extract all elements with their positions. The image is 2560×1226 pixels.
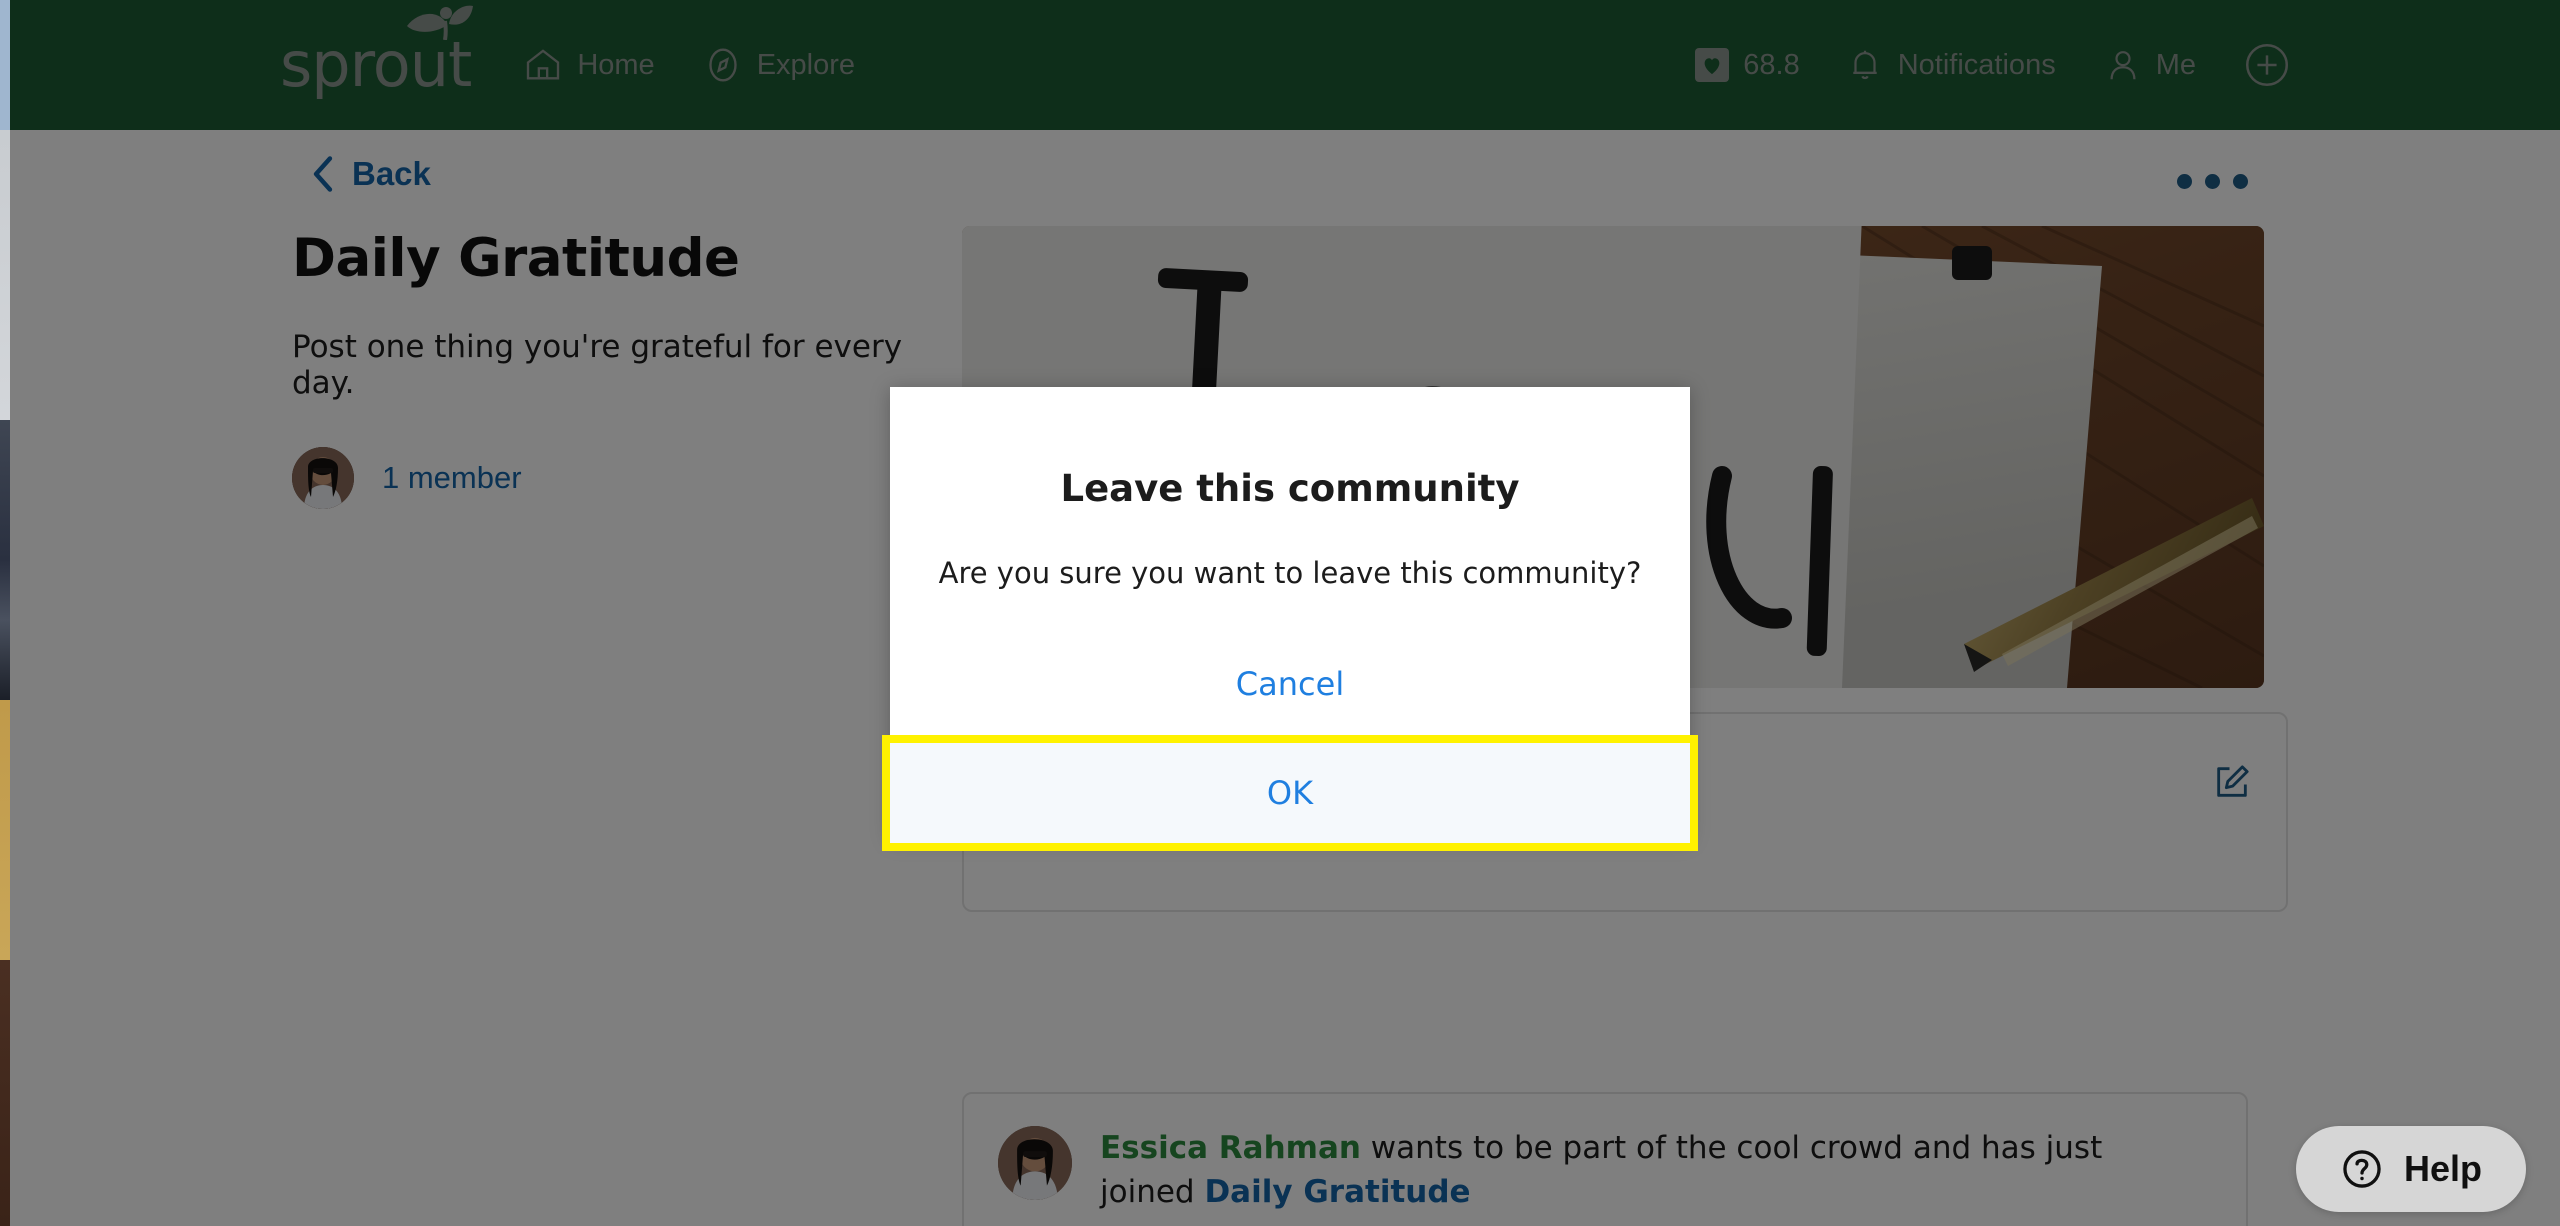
- leave-community-dialog: Leave this community Are you sure you wa…: [882, 387, 1698, 851]
- question-circle-icon: [2340, 1147, 2384, 1191]
- ok-button[interactable]: OK: [882, 735, 1698, 851]
- cancel-button[interactable]: Cancel: [890, 633, 1690, 735]
- desktop-background-sliver: [0, 0, 10, 1226]
- app-window: sprout Home: [10, 0, 2560, 1226]
- help-widget-label: Help: [2403, 1148, 2482, 1189]
- dialog-body: Leave this community Are you sure you wa…: [890, 387, 1690, 633]
- dialog-title: Leave this community: [1060, 467, 1520, 510]
- dialog-message: Are you sure you want to leave this comm…: [938, 556, 1642, 590]
- help-widget-button[interactable]: Help: [2295, 1126, 2526, 1212]
